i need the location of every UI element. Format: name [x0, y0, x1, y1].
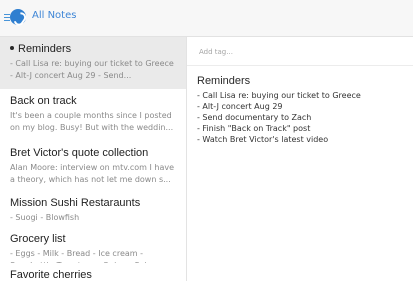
- note-title: Favorite cherries: [10, 269, 92, 281]
- note-list-item[interactable]: Favorite cherries: [0, 263, 186, 281]
- note-title: Reminders: [10, 43, 180, 55]
- note-title: Back on track: [10, 95, 77, 107]
- note-preview: - Call Lisa re: buying our ticket to Gre…: [10, 59, 174, 80]
- notes-list: Reminders - Call Lisa re: buying our tic…: [0, 37, 187, 281]
- title-bar: All Notes: [0, 0, 413, 37]
- pin-icon: [10, 46, 14, 51]
- note-list-item[interactable]: Bret Victor's quote collection Alan Moor…: [0, 141, 186, 192]
- note-list-item[interactable]: Back on track It's been a couple months …: [0, 89, 186, 142]
- add-tag-input[interactable]: [199, 45, 359, 59]
- note-body-line: - Watch Bret Victor's latest video: [197, 135, 329, 144]
- note-preview: - Suogi - Blowfish: [10, 213, 80, 222]
- note-title: Bret Victor's quote collection: [10, 147, 149, 159]
- note-body-line: - Call Lisa re: buying our ticket to Gre…: [197, 91, 361, 100]
- note-body-line: - Alt-J concert Aug 29: [197, 102, 283, 111]
- note-preview: It's been a couple months since I posted…: [10, 111, 174, 132]
- note-body-title: Reminders: [197, 75, 251, 87]
- simplenote-logo-icon: [10, 9, 26, 25]
- tag-bar: [187, 37, 413, 66]
- note-body[interactable]: Reminders - Call Lisa re: buying our tic…: [197, 75, 409, 145]
- note-list-item[interactable]: Reminders - Call Lisa re: buying our tic…: [0, 37, 186, 90]
- all-notes-title[interactable]: All Notes: [32, 10, 76, 21]
- note-title: Grocery list: [10, 233, 66, 245]
- note-editor: Reminders - Call Lisa re: buying our tic…: [187, 37, 413, 281]
- note-body-line: - Send documentary to Zach: [197, 113, 312, 122]
- note-body-line: - Finish "Back on Track" post: [197, 124, 311, 133]
- note-title: Mission Sushi Restaraunts: [10, 197, 141, 209]
- note-preview: Alan Moore: interview on mtv.com I have …: [10, 163, 175, 184]
- note-list-item[interactable]: Mission Sushi Restaraunts - Suogi - Blow…: [0, 191, 186, 228]
